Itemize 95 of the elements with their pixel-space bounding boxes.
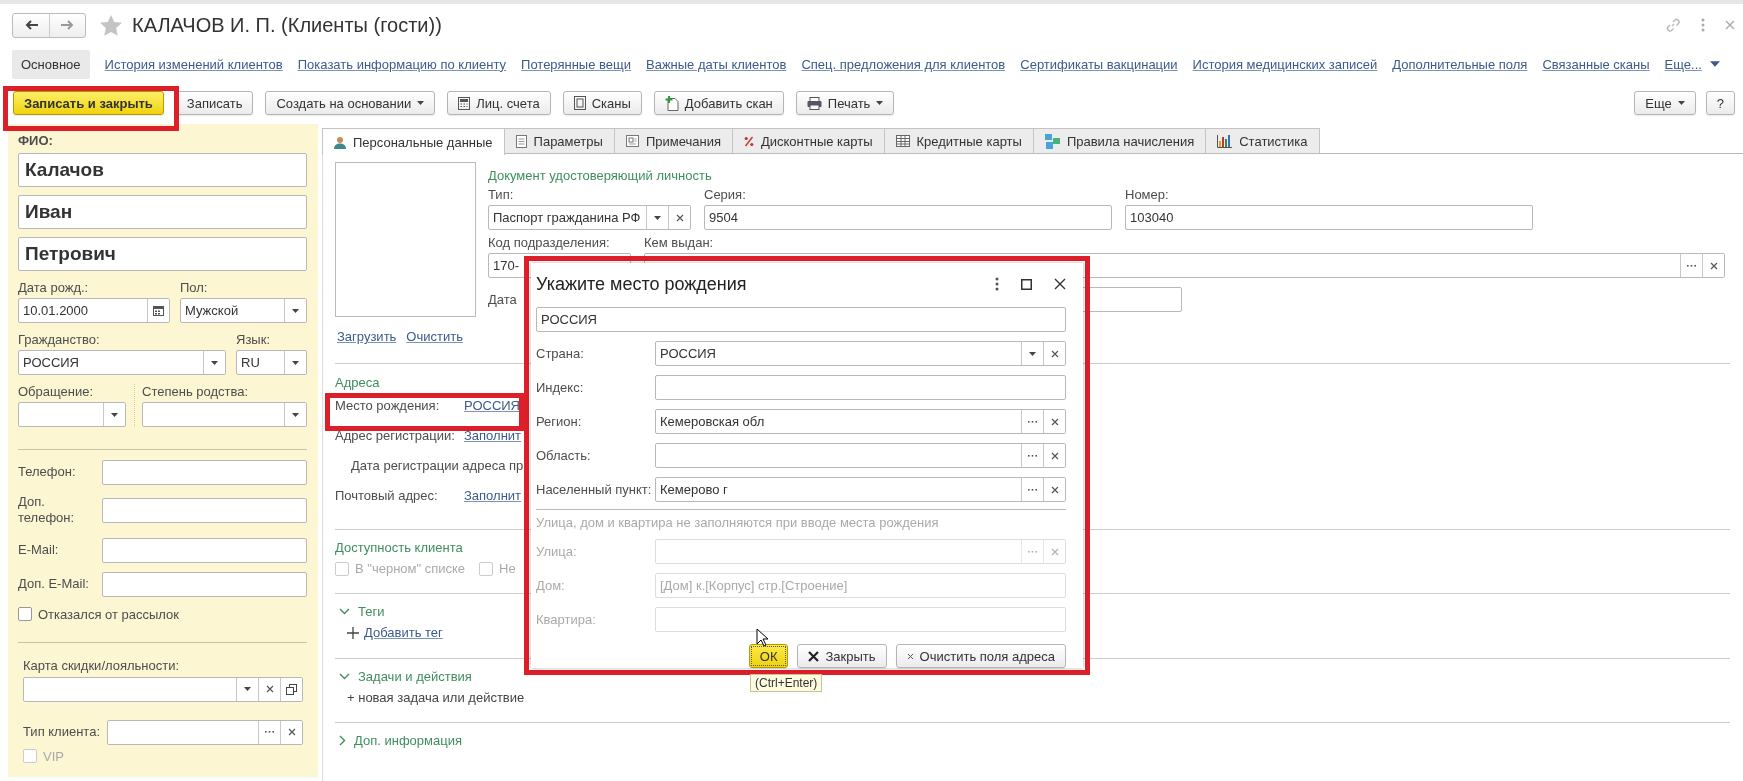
field-label: Карта скидки/лояльности: [23, 657, 181, 673]
field-label: Пол: [180, 280, 209, 295]
section-header[interactable]: Задачи и действия [339, 669, 472, 684]
input-field[interactable]: 9504 [704, 205, 1112, 230]
field-label: Страна: [536, 346, 585, 361]
section-link[interactable]: Сертификаты вакцинации [1020, 56, 1178, 72]
tab[interactable]: Примечания [613, 128, 733, 153]
section-tab[interactable]: Основное [12, 49, 90, 79]
section-title: Документ удостоверяющий личность [488, 168, 712, 183]
field-label: Дата рожд.: [18, 280, 90, 295]
tab[interactable]: Кредитные карты [883, 128, 1034, 153]
help-button[interactable]: ? [1705, 91, 1735, 115]
section-title: Доступность клиента [335, 540, 463, 555]
field-label: Серия: [704, 187, 747, 202]
field-label: Улица: [536, 544, 578, 559]
toolbar-button[interactable]: Сканы [562, 91, 642, 115]
tab[interactable]: Правила начисления [1032, 128, 1207, 153]
field-label: Тип клиента: [23, 723, 102, 741]
field-label: Номер: [1125, 187, 1170, 202]
section-header[interactable]: Доп. информация [339, 733, 462, 748]
tab[interactable]: Персональные данные [322, 128, 505, 155]
input-field[interactable]: Калачов [18, 153, 307, 187]
add-tag-link[interactable]: Добавить тег [364, 625, 443, 640]
section-link[interactable]: Важные даты клиентов [646, 56, 787, 72]
field-label: Тип: [488, 187, 515, 202]
dropdown-field[interactable]: Паспорт гражданина РФ [488, 205, 691, 230]
checkbox-label: В "черном" списке [355, 561, 466, 576]
input-field[interactable]: 103040 [1125, 205, 1533, 230]
input-field[interactable]: РОССИЯ [536, 307, 1066, 332]
field-label: E-Mail: [18, 541, 60, 559]
address-link[interactable]: РОССИЯ [464, 397, 520, 413]
menu-button[interactable]: Печать [795, 91, 895, 115]
field-label: ФИО: [18, 133, 54, 148]
field-label: Гражданство: [18, 332, 101, 347]
section-link[interactable]: Спец. предложения для клиентов [801, 56, 1006, 72]
command-link[interactable]: + новая задача или действие [347, 690, 525, 705]
section-link[interactable]: Потерянные вещи [521, 56, 631, 72]
tab[interactable]: Статистика [1205, 128, 1320, 153]
field-label: Индекс: [536, 380, 585, 395]
address-link[interactable]: Заполнит [464, 487, 522, 503]
field-label: Доп. телефон: [18, 494, 76, 527]
dialog-button[interactable]: Закрыть [797, 644, 887, 668]
section-link[interactable]: Дополнительные поля [1392, 56, 1528, 72]
field-label: Телефон: [18, 464, 77, 481]
field-label: Почтовый адрес: [335, 487, 439, 503]
field-label: Дата [488, 292, 518, 307]
field-label: Дом: [536, 578, 566, 593]
checkbox-label: VIP [43, 748, 64, 764]
section-link[interactable]: Связанные сканы [1542, 56, 1650, 72]
field-label: Область: [536, 448, 592, 463]
tooltip: (Ctrl+Enter) [750, 674, 823, 692]
dropdown-field[interactable]: РОССИЯ [655, 341, 1066, 366]
select-field[interactable]: Кемерово г [655, 477, 1066, 502]
menu-button[interactable]: Создать на основании [265, 91, 436, 115]
tab[interactable]: Параметры [503, 128, 615, 153]
toolbar-button[interactable]: Записать и закрыть [13, 91, 164, 115]
section-link[interactable]: История медицинских записей [1192, 56, 1378, 72]
dialog-title: Укажите место рождения [536, 273, 747, 295]
address-link[interactable]: Заполнит [464, 427, 522, 443]
dropdown-field[interactable]: Мужской [180, 298, 307, 323]
field-label: Код подразделения: [488, 235, 611, 250]
field-label: Степень родства: [142, 384, 250, 399]
tab[interactable]: Дисконтные карты [731, 128, 885, 153]
section-link[interactable]: История изменений клиентов [104, 56, 283, 72]
select-field[interactable]: Кемеровская обл [655, 409, 1066, 434]
checkbox-label: Не [499, 561, 516, 576]
field-label: Дата регистрации адреса пр [351, 457, 524, 473]
field-label: Кем выдан: [644, 235, 715, 250]
hint-text: Улица, дом и квартира не заполняются при вводе места рождения [536, 509, 1066, 530]
dropdown-field[interactable]: РОССИЯ [18, 350, 226, 375]
window-title: КАЛАЧОВ И. П. (Клиенты (гости)) [132, 13, 442, 37]
menu-button[interactable]: Еще [1634, 91, 1696, 115]
section-header[interactable]: Теги [339, 604, 385, 619]
field-label: Населенный пункт: [536, 482, 653, 497]
dialog-button[interactable]: Очистить поля адреса [895, 644, 1066, 668]
toolbar-button[interactable]: Лиц. счета [447, 91, 551, 115]
link[interactable]: Очистить [406, 329, 463, 344]
toolbar-button[interactable]: Добавить скан [653, 91, 784, 115]
date-field[interactable]: 10.01.2000 [18, 298, 170, 323]
input-field[interactable]: Иван [18, 195, 307, 229]
field-label: Обращение: [18, 384, 95, 399]
field-label: Доп. E-Mail: [18, 575, 90, 593]
section-link[interactable]: Еще... [1664, 56, 1702, 72]
field-label: Место рождения: [335, 397, 441, 413]
section-link[interactable]: Показать информацию по клиенту [297, 56, 507, 72]
input-field[interactable]: Петрович [18, 237, 307, 271]
section-title: Адреса [335, 375, 380, 390]
dialog-button[interactable]: ОК [748, 644, 789, 668]
link[interactable]: Загрузить [337, 329, 397, 344]
field-label: Язык: [236, 332, 271, 347]
field-label: Адрес регистрации: [335, 427, 456, 443]
field-label: Регион: [536, 414, 583, 429]
dropdown-field[interactable]: RU [236, 350, 307, 375]
field-label: Квартира: [536, 612, 597, 627]
checkbox-label: Отказался от рассылок [38, 606, 179, 622]
